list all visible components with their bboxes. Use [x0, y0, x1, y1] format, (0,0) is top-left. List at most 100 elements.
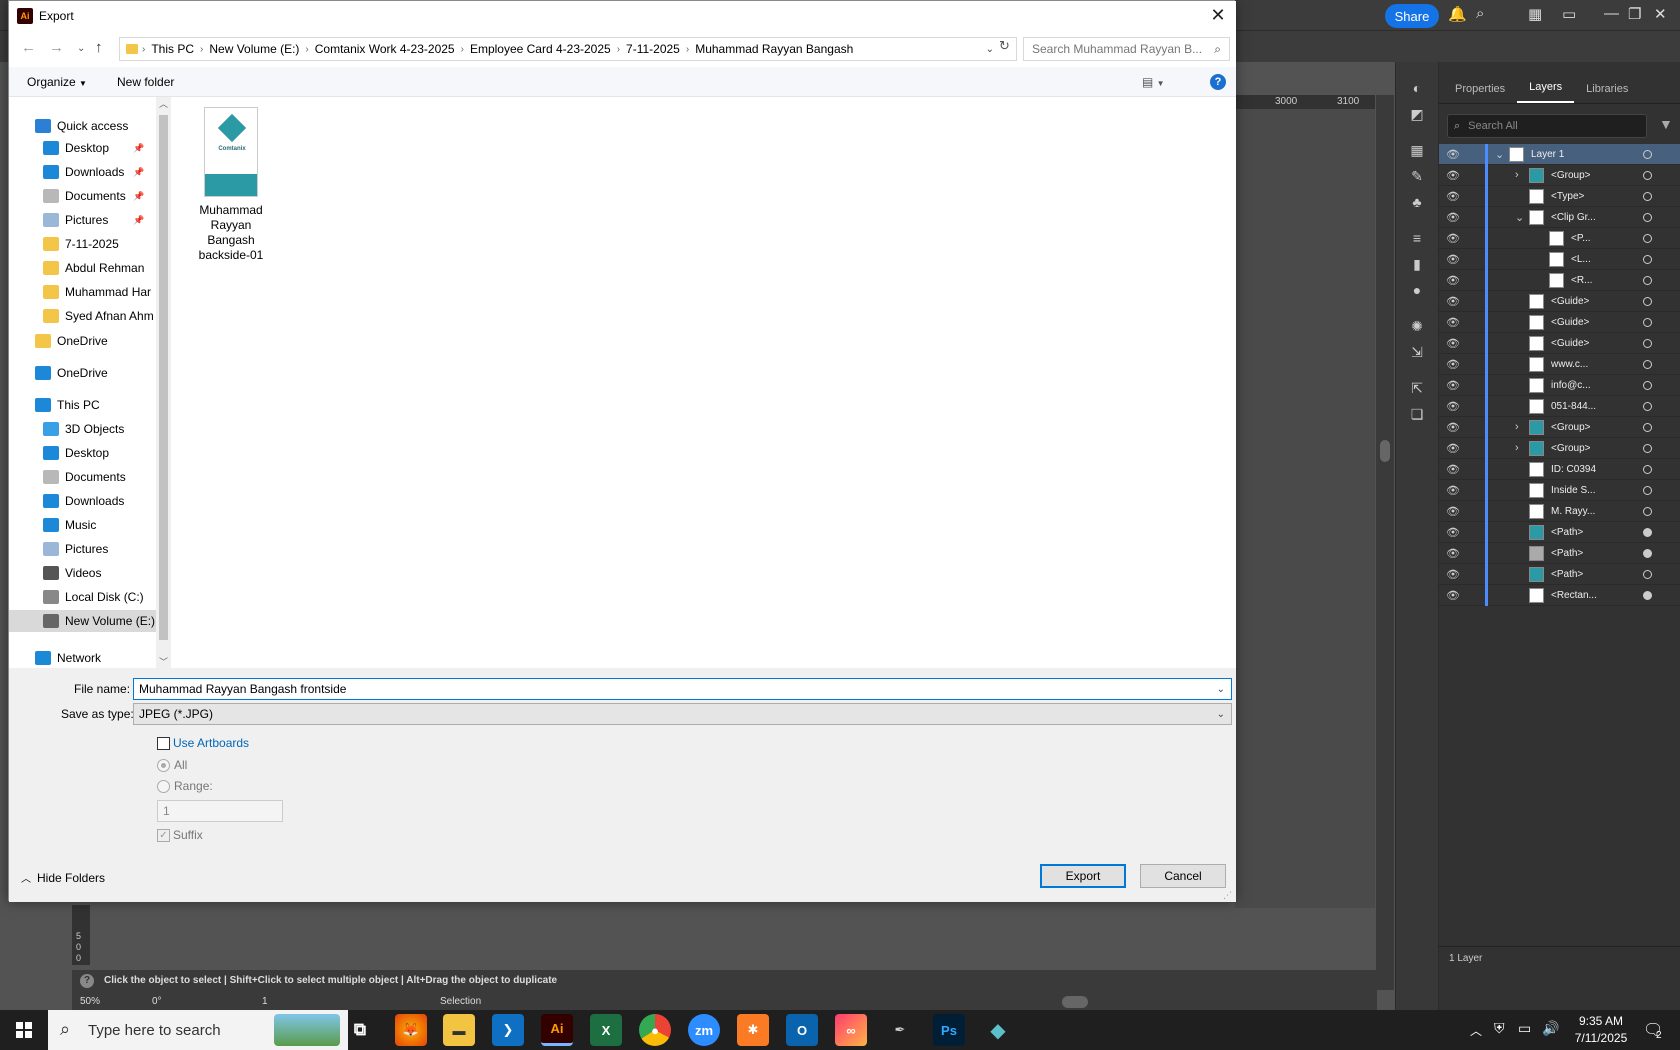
all-radio[interactable]: All [157, 758, 187, 772]
layer-row[interactable]: 👁 <Path> [1439, 543, 1680, 564]
nav-scroll-thumb[interactable] [159, 115, 168, 640]
nav-onedrive[interactable]: OneDrive [9, 362, 156, 384]
tab-properties[interactable]: Properties [1443, 83, 1517, 103]
layer-row[interactable]: 👁 M. Rayy... [1439, 501, 1680, 522]
chevron-down-icon[interactable]: ⌄ [1217, 709, 1225, 720]
photoshop-icon[interactable]: Ps [933, 1014, 965, 1046]
windows-start-button[interactable] [0, 1010, 48, 1050]
use-artboards-checkbox[interactable]: Use Artboards [157, 736, 249, 750]
target-circle-icon[interactable] [1643, 527, 1652, 537]
up-arrow-icon[interactable]: ↑ [95, 39, 103, 56]
transparency-icon[interactable]: ● [1406, 280, 1428, 300]
visibility-eye-icon[interactable]: 👁 [1441, 211, 1465, 224]
arrange-icon[interactable]: ▭ [1562, 5, 1576, 23]
taskbar-search-input[interactable]: ⌕ Type here to search [48, 1010, 348, 1050]
close-icon[interactable]: ✕ [1654, 5, 1667, 23]
target-circle-icon[interactable] [1643, 506, 1652, 516]
expand-chevron-icon[interactable]: › [1515, 169, 1529, 181]
breadcrumb-item[interactable]: This PC [145, 42, 200, 56]
scroll-thumb[interactable] [1380, 440, 1390, 462]
appearance-icon[interactable]: ◐ [1406, 78, 1428, 98]
target-circle-icon[interactable] [1643, 359, 1652, 369]
expand-chevron-icon[interactable]: ⌄ [1495, 148, 1509, 161]
nav-quick-item[interactable]: Pictures 📌 [9, 209, 156, 231]
nav-quick-access[interactable]: Quick access [9, 115, 156, 137]
outlook-icon[interactable]: O [786, 1014, 818, 1046]
file-explorer-icon[interactable]: ▬ [443, 1014, 475, 1046]
layer-row[interactable]: 👁 <P... [1439, 228, 1680, 249]
target-circle-icon[interactable] [1643, 338, 1652, 348]
chrome-icon[interactable]: ● [639, 1014, 671, 1046]
visibility-eye-icon[interactable]: 👁 [1441, 169, 1465, 182]
tab-layers[interactable]: Layers [1517, 81, 1575, 103]
xampp-icon[interactable]: ✱ [737, 1014, 769, 1046]
target-circle-icon[interactable] [1643, 380, 1652, 390]
visibility-eye-icon[interactable]: 👁 [1441, 547, 1465, 560]
expand-chevron-icon[interactable]: › [1515, 442, 1529, 454]
breadcrumb-item[interactable]: Muhammad Rayyan Bangash [689, 42, 859, 56]
nav-pc-item[interactable]: Documents [9, 466, 156, 488]
comtanix-app-icon[interactable]: ◆ [982, 1014, 1014, 1046]
export-button[interactable]: Export [1040, 864, 1126, 888]
layer-row[interactable]: 👁 <R... [1439, 270, 1680, 291]
radio-circle[interactable] [157, 758, 170, 772]
range-radio[interactable]: Range: [157, 779, 213, 793]
target-circle-icon[interactable] [1643, 212, 1652, 222]
layer-row[interactable]: 👁 <Guide> [1439, 291, 1680, 312]
target-circle-icon[interactable] [1643, 170, 1652, 180]
nav-pc-item[interactable]: New Volume (E:) [9, 610, 156, 632]
forward-arrow-icon[interactable]: → [49, 39, 64, 56]
cancel-button[interactable]: Cancel [1140, 864, 1226, 888]
checkbox-box[interactable]: ✓ [157, 828, 170, 842]
breadcrumb-item[interactable]: Comtanix Work 4-23-2025 [309, 42, 461, 56]
target-circle-icon[interactable] [1643, 254, 1652, 264]
target-circle-icon[interactable] [1643, 548, 1652, 558]
layer-row[interactable]: 👁 <L... [1439, 249, 1680, 270]
nav-pc-item[interactable]: 3D Objects [9, 418, 156, 440]
stroke-icon[interactable]: ≡ [1406, 228, 1428, 248]
firefox-icon[interactable]: 🦊 [395, 1014, 427, 1046]
swatches-icon[interactable]: ▦ [1406, 140, 1428, 160]
nav-quick-item[interactable]: Syed Afnan Ahm [9, 305, 156, 327]
visibility-eye-icon[interactable]: 👁 [1441, 379, 1465, 392]
filter-icon[interactable]: ▼ [1659, 116, 1673, 132]
network-icon[interactable]: ▭ [1518, 1020, 1531, 1037]
illustrator-icon[interactable]: Ai [541, 1014, 573, 1046]
tray-security-icon[interactable]: ⛨ [1494, 1020, 1505, 1037]
breadcrumb-item[interactable]: Employee Card 4-23-2025 [464, 42, 617, 56]
tool-name[interactable]: Selection [440, 996, 481, 1007]
rotation-select[interactable]: 0° [152, 996, 162, 1007]
help-button[interactable]: ? [1210, 74, 1226, 90]
save-type-select[interactable]: JPEG (*.JPG) ⌄ [133, 703, 1232, 725]
organize-button[interactable]: Organize ▼ [27, 75, 87, 89]
visibility-eye-icon[interactable]: 👁 [1441, 400, 1465, 413]
task-view-icon[interactable]: ⧉ [344, 1014, 376, 1046]
nav-this-pc[interactable]: This PC [9, 394, 156, 416]
nav-quick-item[interactable]: Desktop 📌 [9, 137, 156, 159]
new-folder-button[interactable]: New folder [117, 75, 174, 89]
visibility-eye-icon[interactable]: 👁 [1441, 295, 1465, 308]
visibility-eye-icon[interactable]: 👁 [1441, 484, 1465, 497]
restore-icon[interactable]: ❐ [1628, 5, 1641, 23]
scroll-down-icon[interactable]: ﹀ [159, 655, 168, 668]
layer-row[interactable]: 👁 info@c... [1439, 375, 1680, 396]
graphic-styles-icon[interactable]: ✺ [1406, 316, 1428, 336]
visibility-eye-icon[interactable]: 👁 [1441, 148, 1465, 161]
artboard-number[interactable]: 1 [262, 996, 268, 1007]
visibility-eye-icon[interactable]: 👁 [1441, 337, 1465, 350]
visibility-eye-icon[interactable]: 👁 [1441, 421, 1465, 434]
layer-row[interactable]: 👁 › <Group> [1439, 417, 1680, 438]
nav-pc-item[interactable]: Downloads [9, 490, 156, 512]
dialog-close-button[interactable]: ✕ [1204, 5, 1232, 27]
breadcrumb-item[interactable]: New Volume (E:) [203, 42, 305, 56]
layer-row[interactable]: 👁 ⌄ <Clip Gr... [1439, 207, 1680, 228]
visibility-eye-icon[interactable]: 👁 [1441, 568, 1465, 581]
target-circle-icon[interactable] [1643, 422, 1652, 432]
layer-row[interactable]: 👁 <Path> [1439, 564, 1680, 585]
bell-icon[interactable]: 🔔 [1448, 5, 1467, 23]
taskbar-clock[interactable]: 9:35 AM 7/11/2025 [1565, 1013, 1637, 1047]
expand-chevron-icon[interactable]: › [1515, 421, 1529, 433]
vscode-icon[interactable]: ❯ [492, 1014, 524, 1046]
minimize-icon[interactable]: — [1604, 5, 1619, 22]
creative-cloud-icon[interactable]: ∞ [835, 1014, 867, 1046]
